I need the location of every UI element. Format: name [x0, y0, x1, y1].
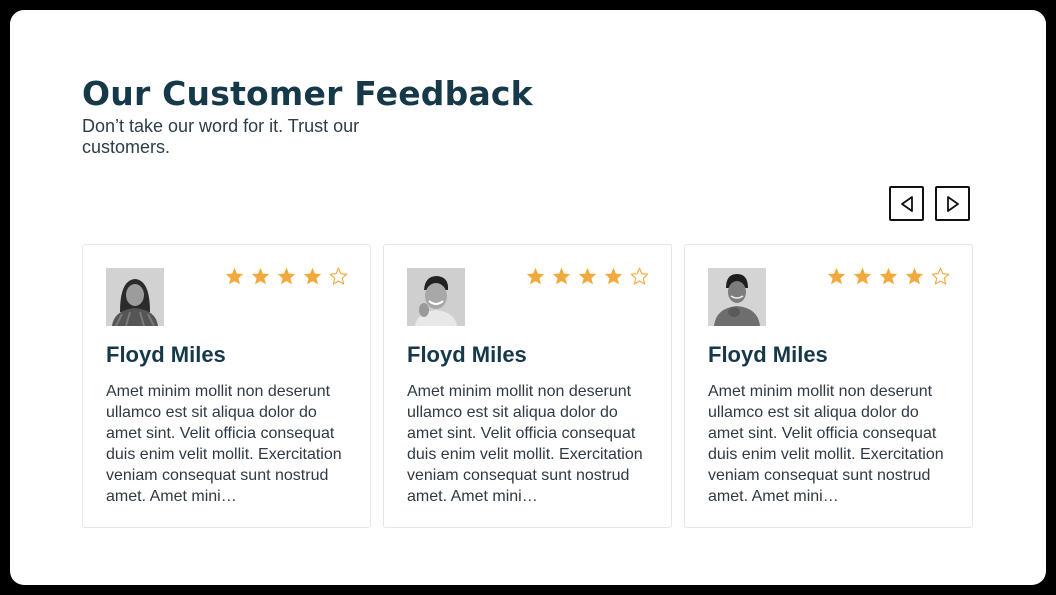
rating-stars	[827, 267, 950, 285]
star-empty-icon	[329, 267, 348, 285]
chevron-right-icon	[946, 195, 959, 212]
testimonial-card: Floyd Miles Amet minim mollit non deseru…	[82, 244, 371, 528]
feedback-section: Our Customer Feedback Don’t take our wor…	[10, 10, 1046, 585]
testimonial-card: Floyd Miles Amet minim mollit non deseru…	[383, 244, 672, 528]
star-filled-icon	[225, 267, 244, 285]
rating-stars	[526, 267, 649, 285]
review-text: Amet minim mollit non deserunt ullamco e…	[708, 383, 944, 505]
star-filled-icon	[552, 267, 571, 285]
section-subtitle: Don’t take our word for it. Trust our cu…	[82, 116, 360, 157]
avatar	[407, 268, 465, 326]
review-text: Amet minim mollit non deserunt ullamco e…	[407, 383, 643, 505]
reviewer-name: Floyd Miles	[106, 342, 226, 367]
star-filled-icon	[251, 267, 270, 285]
carousel-next-button[interactable]	[935, 186, 970, 221]
star-filled-icon	[905, 267, 924, 285]
testimonial-card: Floyd Miles Amet minim mollit non deseru…	[684, 244, 973, 528]
avatar	[106, 268, 164, 326]
star-filled-icon	[604, 267, 623, 285]
star-filled-icon	[578, 267, 597, 285]
star-empty-icon	[630, 267, 649, 285]
carousel-prev-button[interactable]	[889, 186, 924, 221]
star-filled-icon	[827, 267, 846, 285]
star-filled-icon	[277, 267, 296, 285]
star-filled-icon	[853, 267, 872, 285]
star-filled-icon	[526, 267, 545, 285]
reviewer-name: Floyd Miles	[708, 342, 828, 367]
avatar	[708, 268, 766, 326]
reviewer-name: Floyd Miles	[407, 342, 527, 367]
testimonial-list: Floyd Miles Amet minim mollit non deseru…	[82, 244, 973, 528]
section-title: Our Customer Feedback	[82, 74, 533, 113]
rating-stars	[225, 267, 348, 285]
star-empty-icon	[931, 267, 950, 285]
star-filled-icon	[303, 267, 322, 285]
star-filled-icon	[879, 267, 898, 285]
chevron-left-icon	[900, 195, 913, 212]
review-text: Amet minim mollit non deserunt ullamco e…	[106, 383, 342, 505]
